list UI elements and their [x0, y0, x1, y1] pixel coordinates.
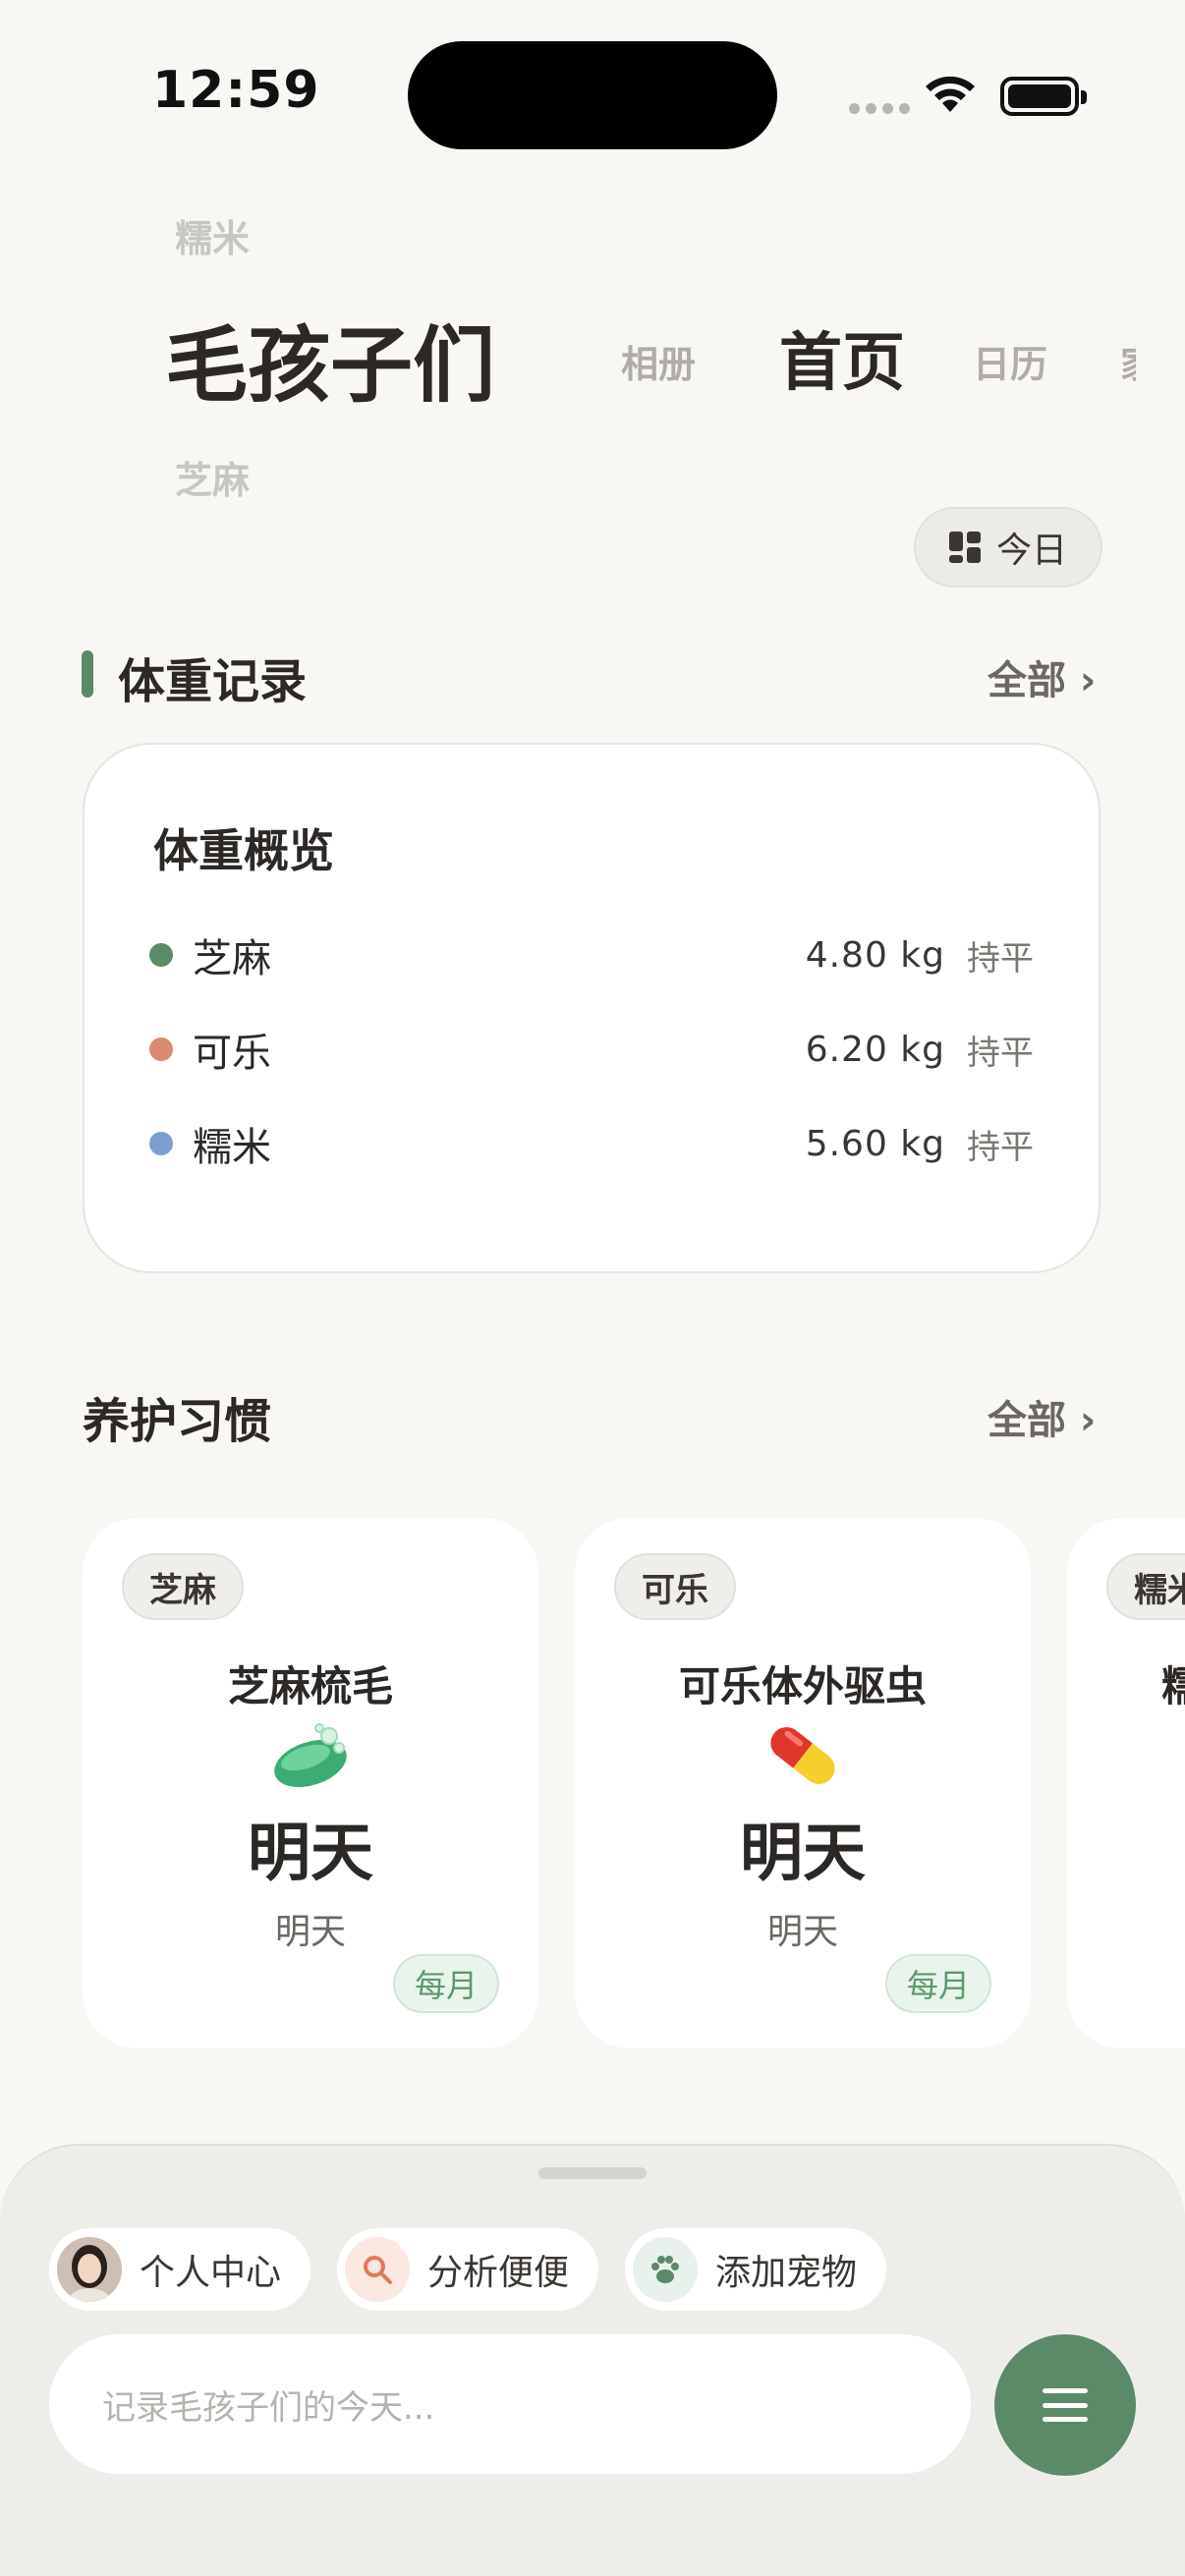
- search-icon: [345, 2237, 410, 2302]
- record-input[interactable]: 记录毛孩子们的今天...: [49, 2334, 971, 2474]
- weight-row-trend: 持平: [967, 1033, 1034, 1073]
- tab-album[interactable]: 相册: [621, 334, 696, 388]
- weight-row: 可乐 6.20 kg 持平: [149, 1020, 1034, 1079]
- weight-row: 糯米 5.60 kg 持平: [149, 1114, 1034, 1173]
- habit-due-sub: 明天: [766, 1912, 838, 1952]
- habits-section-title: 养护习惯: [83, 1394, 272, 1449]
- pet-color-dot: [149, 943, 173, 967]
- menu-button[interactable]: [994, 2334, 1136, 2476]
- weight-row-value: 5.60 kg: [805, 1123, 945, 1164]
- today-button[interactable]: 今日: [914, 507, 1102, 588]
- weight-row-name: 可乐: [193, 1031, 271, 1076]
- menu-icon: [1043, 2388, 1088, 2422]
- habit-card[interactable]: 糯米 糯米: [1067, 1518, 1185, 2048]
- soap-icon: [274, 1723, 347, 1787]
- dynamic-island: [408, 41, 777, 149]
- tab-calendar[interactable]: 日历: [973, 334, 1047, 388]
- pet-picker-option-below[interactable]: 芝麻: [175, 450, 250, 504]
- grid-icon: [948, 532, 981, 563]
- weight-card-title: 体重概览: [153, 824, 334, 877]
- today-button-label: 今日: [995, 531, 1067, 571]
- habit-due: 明天: [740, 1818, 866, 1890]
- habit-pet-tag: 芝麻: [122, 1553, 244, 1620]
- profile-chip-label: 个人中心: [140, 2253, 282, 2293]
- habit-frequency-badge: 每月: [392, 1954, 499, 2013]
- section-accent-bar: [82, 650, 93, 698]
- status-time: 12:59: [152, 61, 320, 120]
- habit-pet-tag: 糯米: [1106, 1553, 1185, 1620]
- weight-overview-card[interactable]: 体重概览: [83, 743, 1100, 1273]
- habit-pet-tag: 可乐: [614, 1553, 736, 1620]
- pill-icon: [770, 1727, 835, 1784]
- weight-row-value: 4.80 kg: [805, 934, 945, 976]
- analyze-poop-chip[interactable]: 分析便便: [337, 2228, 599, 2311]
- weight-row-trend: 持平: [967, 1127, 1034, 1167]
- habit-frequency-badge: 每月: [884, 1954, 991, 2013]
- record-input-placeholder: 记录毛孩子们的今天...: [102, 2387, 435, 2428]
- add-pet-chip-label: 添加宠物: [715, 2253, 858, 2293]
- habit-name: 芝麻梳毛: [227, 1662, 393, 1710]
- tab-family[interactable]: 家: [1120, 334, 1136, 388]
- wifi-icon: [926, 76, 975, 112]
- analyze-poop-chip-label: 分析便便: [427, 2253, 570, 2293]
- sheet-drag-handle[interactable]: [538, 2167, 647, 2179]
- profile-chip[interactable]: 个人中心: [49, 2228, 311, 2311]
- signal-dots-icon: [849, 103, 910, 114]
- add-pet-chip[interactable]: 添加宠物: [625, 2228, 887, 2311]
- avatar: [57, 2237, 122, 2302]
- weight-view-all-link[interactable]: 全部 ›: [988, 648, 1096, 705]
- weight-row: 芝麻 4.80 kg 持平: [149, 925, 1034, 984]
- weight-row-name: 芝麻: [193, 936, 271, 981]
- pet-color-dot: [149, 1132, 173, 1155]
- weight-row-value: 6.20 kg: [805, 1029, 945, 1070]
- habits-view-all-link[interactable]: 全部 ›: [988, 1388, 1096, 1445]
- paw-icon: [633, 2237, 698, 2302]
- habit-card[interactable]: 可乐 可乐体外驱虫 明天 明天 每月: [575, 1518, 1031, 2048]
- pet-color-dot: [149, 1037, 173, 1061]
- pet-picker-current[interactable]: 毛孩子们: [165, 300, 495, 419]
- battery-icon: [1000, 77, 1087, 116]
- habit-due-sub: 明天: [274, 1912, 346, 1952]
- weight-row-name: 糯米: [193, 1125, 271, 1170]
- tab-home[interactable]: 首页: [779, 312, 905, 403]
- weight-section-title: 体重记录: [118, 654, 308, 709]
- weight-row-trend: 持平: [967, 938, 1034, 979]
- pet-picker-option-above[interactable]: 糯米: [175, 208, 250, 262]
- habit-name: 可乐体外驱虫: [678, 1662, 927, 1710]
- habit-card[interactable]: 芝麻 芝麻梳毛 明天 明天 每月: [83, 1518, 538, 2048]
- habit-due: 明天: [248, 1818, 373, 1890]
- habit-name: 糯米: [1161, 1662, 1185, 1710]
